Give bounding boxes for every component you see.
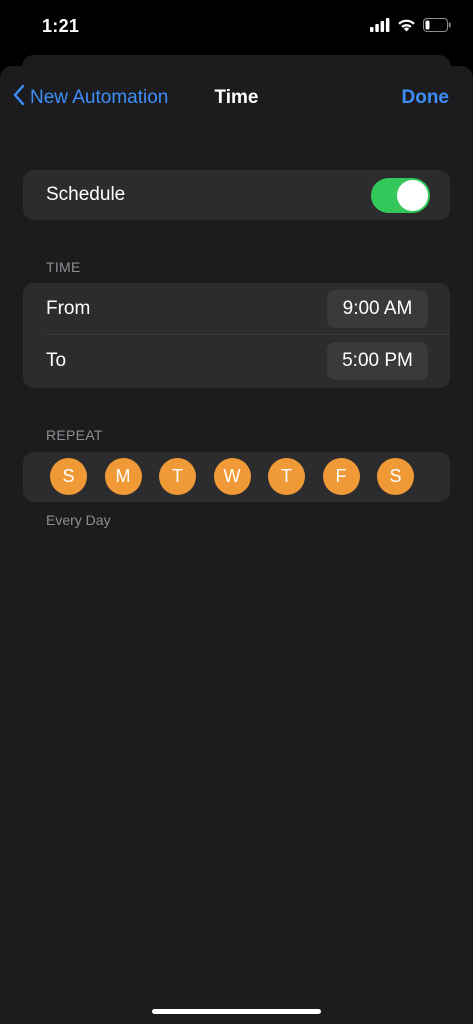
from-label: From — [46, 298, 91, 319]
automation-time-sheet: New Automation Time Done Schedule TIME F… — [0, 66, 473, 1024]
day-saturday[interactable]: S — [377, 458, 414, 495]
battery-icon — [423, 18, 451, 37]
day-tuesday[interactable]: T — [159, 458, 196, 495]
day-wednesday[interactable]: W — [213, 458, 251, 495]
cellular-signal-icon — [370, 18, 390, 37]
status-bar: 1:21 — [0, 0, 473, 56]
wifi-icon — [397, 18, 416, 37]
back-button-label: New Automation — [30, 87, 169, 108]
home-indicator[interactable] — [152, 1009, 321, 1014]
weekday-picker: S M T W T F S — [50, 458, 414, 495]
status-time: 1:21 — [42, 16, 80, 36]
schedule-toggle[interactable] — [371, 177, 430, 213]
screen: 1:21 New Automation Time Done Schedule T… — [0, 0, 473, 1024]
day-sunday[interactable]: S — [50, 458, 87, 495]
to-label: To — [46, 350, 67, 371]
to-time-picker[interactable]: 5:00 PM — [327, 342, 428, 380]
done-button[interactable]: Done — [402, 87, 450, 109]
to-row: To 5:00 PM — [23, 335, 450, 387]
toggle-knob — [397, 179, 428, 211]
day-monday[interactable]: M — [104, 458, 142, 495]
from-row: From 9:00 AM — [23, 283, 450, 335]
time-section-header: TIME — [46, 259, 81, 275]
chevron-left-icon — [12, 84, 26, 112]
schedule-label: Schedule — [46, 184, 126, 205]
day-thursday[interactable]: T — [268, 458, 305, 495]
repeat-group: S M T W T F S — [23, 452, 450, 502]
from-time-picker[interactable]: 9:00 AM — [327, 290, 428, 328]
schedule-row: Schedule — [23, 170, 450, 220]
back-button[interactable]: New Automation — [12, 84, 168, 112]
repeat-summary: Every Day — [46, 512, 111, 528]
day-friday[interactable]: F — [322, 458, 360, 495]
time-group: From 9:00 AM To 5:00 PM — [23, 283, 450, 388]
status-icons — [370, 18, 451, 37]
repeat-section-header: REPEAT — [46, 427, 103, 443]
schedule-group: Schedule — [23, 170, 450, 220]
